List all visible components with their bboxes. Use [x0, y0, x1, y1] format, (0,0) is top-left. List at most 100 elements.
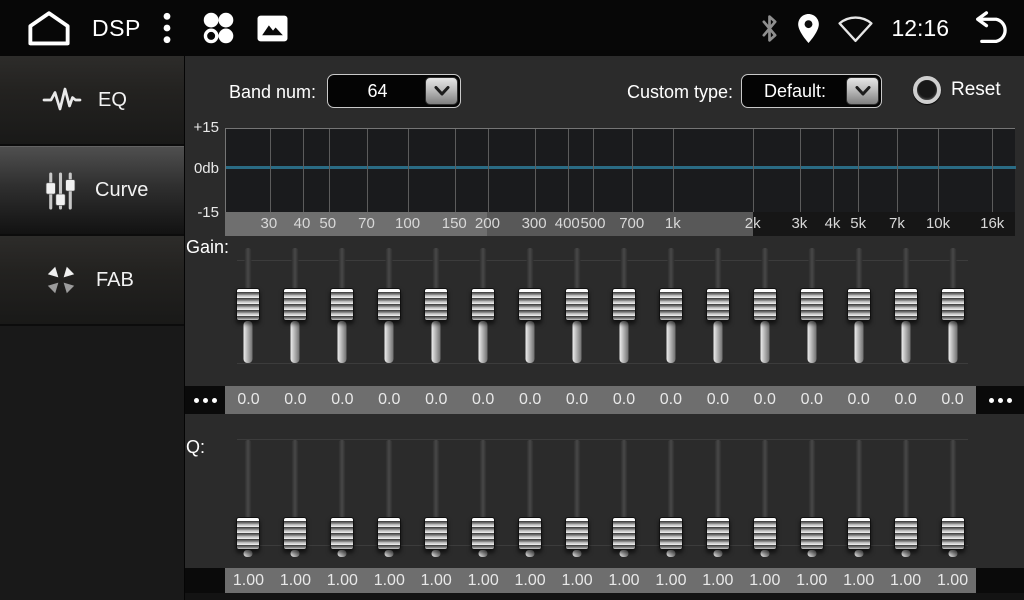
slider-track	[433, 248, 440, 289]
slider-thumb[interactable]	[471, 517, 495, 550]
q-slider[interactable]	[554, 437, 601, 557]
gallery-icon[interactable]	[257, 15, 288, 42]
gain-sliders-row	[225, 247, 976, 365]
gain-slider[interactable]	[835, 247, 882, 365]
gain-slider[interactable]	[366, 247, 413, 365]
slider-thumb[interactable]	[283, 517, 307, 550]
slider-thumb[interactable]	[753, 517, 777, 550]
reset-button[interactable]: Reset	[913, 76, 1001, 104]
q-slider[interactable]	[319, 437, 366, 557]
q-slider[interactable]	[882, 437, 929, 557]
home-icon[interactable]	[26, 10, 72, 46]
q-slider[interactable]	[272, 437, 319, 557]
q-slider[interactable]	[929, 437, 976, 557]
slider-thumb[interactable]	[377, 517, 401, 550]
q-slider[interactable]	[507, 437, 554, 557]
gain-slider[interactable]	[788, 247, 835, 365]
slider-thumb[interactable]	[706, 288, 730, 321]
gain-value: 0.0	[788, 386, 835, 414]
slider-stem	[291, 550, 300, 557]
q-slider[interactable]	[741, 437, 788, 557]
gain-slider[interactable]	[882, 247, 929, 365]
gain-slider[interactable]	[929, 247, 976, 365]
q-slider[interactable]	[601, 437, 648, 557]
slider-track	[667, 440, 674, 518]
q-slider[interactable]	[413, 437, 460, 557]
slider-thumb[interactable]	[424, 517, 448, 550]
q-slider[interactable]	[647, 437, 694, 557]
q-slider[interactable]	[694, 437, 741, 557]
gain-slider[interactable]	[413, 247, 460, 365]
gain-slider[interactable]	[319, 247, 366, 365]
clock: 12:16	[891, 15, 949, 42]
slider-thumb[interactable]	[471, 288, 495, 321]
slider-thumb[interactable]	[565, 517, 589, 550]
slider-stem	[807, 550, 816, 557]
band-num-select[interactable]: 64	[327, 74, 461, 108]
back-icon[interactable]	[966, 10, 1012, 47]
slider-thumb[interactable]	[706, 517, 730, 550]
slider-thumb[interactable]	[847, 288, 871, 321]
slider-thumb[interactable]	[894, 517, 918, 550]
slider-thumb[interactable]	[612, 288, 636, 321]
slider-thumb[interactable]	[659, 517, 683, 550]
slider-stem	[573, 550, 582, 557]
gain-value: 0.0	[366, 386, 413, 414]
slider-thumb[interactable]	[800, 517, 824, 550]
sidebar-item-fab[interactable]: FAB	[0, 236, 184, 326]
slider-thumb[interactable]	[236, 517, 260, 550]
app-title: DSP	[92, 15, 141, 42]
slider-thumb[interactable]	[847, 517, 871, 550]
sidebar-item-label: EQ	[98, 89, 127, 112]
gain-slider[interactable]	[554, 247, 601, 365]
freq-tick-label: 10k	[926, 212, 950, 236]
gain-slider[interactable]	[272, 247, 319, 365]
slider-thumb[interactable]	[800, 288, 824, 321]
slider-thumb[interactable]	[518, 517, 542, 550]
slider-thumb[interactable]	[659, 288, 683, 321]
gain-slider[interactable]	[694, 247, 741, 365]
slider-thumb[interactable]	[612, 517, 636, 550]
slider-stem	[619, 550, 628, 557]
slider-track	[949, 248, 956, 289]
slider-thumb[interactable]	[424, 288, 448, 321]
slider-track	[574, 440, 581, 518]
slider-thumb[interactable]	[377, 288, 401, 321]
slider-thumb[interactable]	[941, 288, 965, 321]
slider-stem	[901, 550, 910, 557]
apps-icon[interactable]	[199, 9, 237, 47]
gain-slider[interactable]	[647, 247, 694, 365]
grid-line	[488, 129, 489, 212]
slider-thumb[interactable]	[894, 288, 918, 321]
y-axis-label-minus15: -15	[183, 204, 219, 221]
q-page-left-button[interactable]	[185, 568, 225, 593]
slider-thumb[interactable]	[753, 288, 777, 321]
slider-thumb[interactable]	[330, 517, 354, 550]
slider-thumb[interactable]	[518, 288, 542, 321]
gain-page-left-button[interactable]	[185, 386, 225, 414]
slider-thumb[interactable]	[330, 288, 354, 321]
gain-slider[interactable]	[460, 247, 507, 365]
gain-slider[interactable]	[225, 247, 272, 365]
gain-page-right-button[interactable]	[976, 386, 1024, 414]
gain-slider[interactable]	[741, 247, 788, 365]
gain-value: 0.0	[741, 386, 788, 414]
q-slider[interactable]	[788, 437, 835, 557]
sidebar-item-curve[interactable]: Curve	[0, 146, 184, 236]
q-slider[interactable]	[460, 437, 507, 557]
q-slider[interactable]	[835, 437, 882, 557]
gain-value: 0.0	[272, 386, 319, 414]
gain-slider[interactable]	[601, 247, 648, 365]
sidebar-item-eq[interactable]: EQ	[0, 56, 184, 146]
menu-kebab-icon[interactable]	[161, 11, 173, 45]
gain-slider[interactable]	[507, 247, 554, 365]
q-page-right-button[interactable]	[976, 568, 1024, 593]
custom-type-select[interactable]: Default:	[741, 74, 882, 108]
slider-thumb[interactable]	[283, 288, 307, 321]
slider-thumb[interactable]	[941, 517, 965, 550]
slider-thumb[interactable]	[236, 288, 260, 321]
q-slider[interactable]	[366, 437, 413, 557]
q-slider[interactable]	[225, 437, 272, 557]
slider-thumb[interactable]	[565, 288, 589, 321]
gain-section-label: Gain:	[186, 237, 229, 258]
